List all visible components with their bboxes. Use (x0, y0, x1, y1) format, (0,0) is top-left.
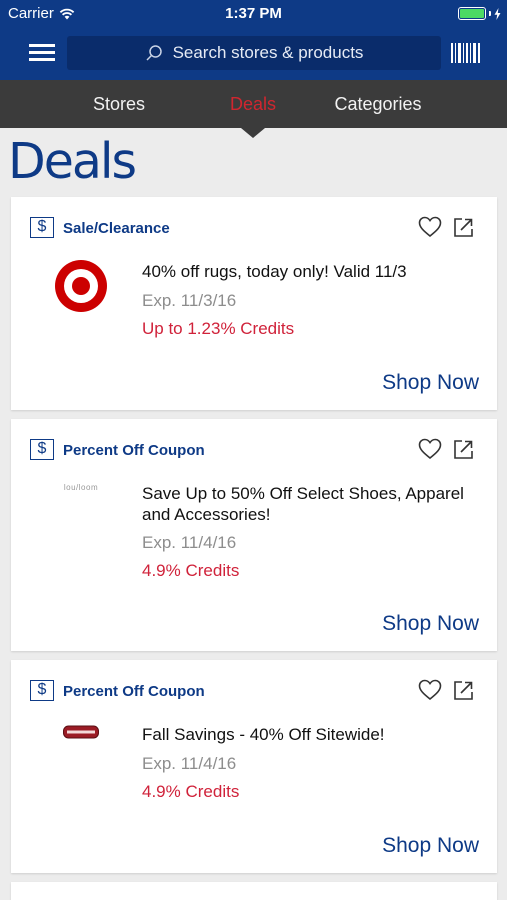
store-logo-text: lou/loom (63, 483, 99, 492)
deal-type-label: Sale/Clearance (63, 220, 170, 237)
tab-deals[interactable]: Deals (198, 80, 308, 128)
barcode-scanner-icon[interactable] (451, 43, 480, 63)
active-tab-pointer (241, 128, 265, 138)
search-input[interactable]: Search stores & products (67, 36, 441, 70)
deal-card: $ Sale/Clearance 40% off rugs, today onl… (11, 197, 497, 410)
tab-bar: Stores Deals Categories (0, 80, 507, 128)
store-logo-red-badge (51, 724, 111, 780)
deal-title: Fall Savings - 40% Off Sitewide! (142, 725, 385, 744)
deal-card: $ Percent Off Coupon Fall Savings - 40% … (11, 660, 497, 873)
search-placeholder: Search stores & products (172, 43, 364, 62)
deal-credits: 4.9% Credits (142, 561, 240, 580)
battery-fill (460, 9, 484, 18)
shop-now-button[interactable]: Shop Now (382, 371, 479, 395)
deal-credits: Up to 1.23% Credits (142, 319, 295, 338)
battery-indicator (458, 7, 501, 20)
heart-icon[interactable] (418, 216, 442, 238)
status-time: 1:37 PM (225, 5, 282, 22)
shop-now-button[interactable]: Shop Now (382, 612, 479, 636)
status-bar: Carrier 1:37 PM (0, 0, 507, 28)
share-icon[interactable] (453, 438, 475, 460)
heart-icon[interactable] (418, 438, 442, 460)
deal-card-partial (11, 882, 497, 900)
tab-stores[interactable]: Stores (64, 80, 174, 128)
deal-type-label: Percent Off Coupon (63, 683, 205, 700)
heart-icon[interactable] (418, 679, 442, 701)
dollar-icon: $ (30, 217, 54, 238)
battery-icon (458, 7, 486, 20)
dollar-icon: $ (30, 439, 54, 460)
store-logo-small-text: lou/loom (51, 483, 111, 539)
tab-categories[interactable]: Categories (318, 80, 438, 128)
share-icon[interactable] (453, 216, 475, 238)
nav-bar: Search stores & products (0, 28, 507, 80)
hamburger-menu-icon[interactable] (29, 42, 55, 64)
deal-card: $ Percent Off Coupon lou/loom Save Up to… (11, 419, 497, 651)
deal-expiration: Exp. 11/4/16 (142, 754, 237, 773)
page-title: Deals (8, 133, 137, 190)
search-icon (146, 45, 162, 61)
shop-now-button[interactable]: Shop Now (382, 834, 479, 858)
deal-expiration: Exp. 11/3/16 (142, 291, 237, 310)
target-bullseye-logo (51, 259, 111, 315)
deal-title: Save Up to 50% Off Select Shoes, Apparel… (142, 484, 464, 524)
dollar-icon: $ (30, 680, 54, 701)
deal-expiration: Exp. 11/4/16 (142, 533, 237, 552)
share-icon[interactable] (453, 679, 475, 701)
deal-title: 40% off rugs, today only! Valid 11/3 (142, 262, 407, 281)
deal-credits: 4.9% Credits (142, 782, 240, 801)
charging-bolt-icon (494, 7, 501, 20)
deal-type-label: Percent Off Coupon (63, 442, 205, 459)
